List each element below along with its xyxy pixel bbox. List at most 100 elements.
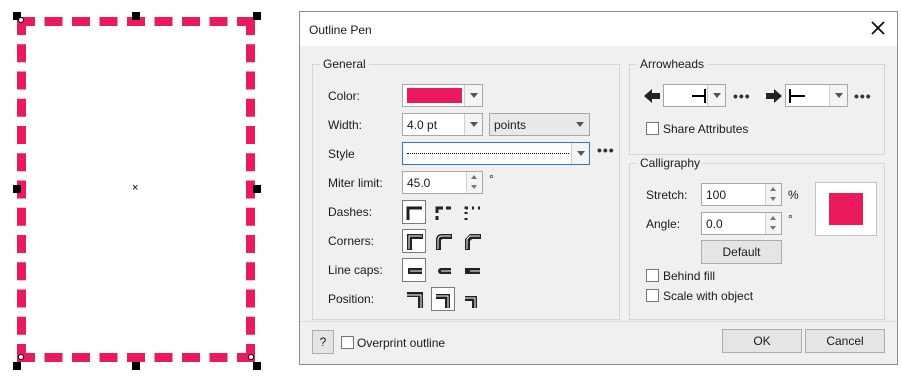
arrow-right-icon — [765, 88, 783, 107]
linecap-butt-button[interactable] — [402, 258, 426, 282]
dotted-line-preview — [407, 153, 569, 154]
help-button[interactable]: ? — [312, 330, 334, 354]
corner-bevel-icon — [465, 234, 481, 250]
node-marker-bottom-left[interactable] — [18, 354, 24, 360]
resize-handle-bottom[interactable] — [132, 362, 140, 370]
node-marker-top-left[interactable] — [18, 17, 24, 23]
color-picker[interactable] — [402, 84, 483, 107]
share-attributes-label[interactable]: Share Attributes — [663, 122, 748, 136]
resize-handle-top[interactable] — [132, 12, 140, 20]
stretch-input[interactable]: 100 — [701, 183, 782, 206]
resize-handle-right[interactable] — [253, 185, 261, 193]
behind-fill-checkbox[interactable] — [646, 269, 659, 282]
style-label: Style — [328, 147, 355, 161]
angle-input[interactable]: 0.0 — [701, 212, 782, 235]
position-center-icon — [436, 294, 450, 308]
angle-unit: ° — [788, 212, 793, 226]
chevron-down-icon[interactable] — [829, 85, 847, 106]
width-select[interactable]: 4.0 pt — [402, 113, 483, 136]
default-button[interactable]: Default — [701, 240, 782, 264]
corners-round-button[interactable] — [431, 229, 455, 253]
general-legend: General — [323, 57, 366, 71]
end-arrowhead-options-icon[interactable]: ••• — [854, 88, 872, 104]
corner-miter-icon — [407, 234, 423, 250]
angle-stepper-icon[interactable] — [765, 213, 781, 234]
position-outside-button[interactable] — [402, 287, 426, 311]
dashes-solid-button[interactable] — [402, 200, 426, 224]
position-center-button[interactable] — [431, 287, 455, 311]
dash-dashed-icon — [435, 206, 451, 220]
corners-miter-button[interactable] — [402, 229, 426, 253]
stretch-stepper-icon[interactable] — [765, 184, 781, 205]
chevron-down-icon[interactable] — [707, 85, 725, 106]
corners-bevel-button[interactable] — [460, 229, 484, 253]
center-marker: × — [132, 182, 139, 194]
dashes-dotted-button[interactable] — [460, 200, 484, 224]
resize-handle-bottom-right[interactable] — [253, 362, 261, 370]
width-label: Width: — [328, 118, 363, 132]
position-inside-button[interactable] — [460, 287, 484, 311]
resize-handle-left[interactable] — [13, 185, 21, 193]
miter-limit-value: 45.0 — [407, 176, 431, 190]
stretch-unit: % — [788, 188, 799, 202]
width-unit-select[interactable]: points — [489, 113, 590, 136]
position-inside-icon — [465, 296, 477, 308]
node-marker-bottom-right[interactable] — [248, 354, 254, 360]
chevron-down-icon[interactable] — [571, 143, 589, 164]
close-icon[interactable] — [867, 17, 889, 39]
outline-pen-dialog: Outline Pen General Color: Width: 4.0 pt… — [299, 11, 898, 365]
scale-with-object-label[interactable]: Scale with object — [663, 289, 753, 303]
chevron-down-icon[interactable] — [464, 85, 482, 106]
stretch-label: Stretch: — [646, 188, 688, 202]
linecap-butt-icon — [408, 268, 422, 274]
drawing-canvas[interactable]: × — [0, 0, 290, 390]
overprint-outline-label[interactable]: Overprint outline — [357, 336, 445, 350]
style-select[interactable] — [402, 142, 590, 165]
chevron-down-icon[interactable] — [464, 114, 482, 135]
linecap-round-button[interactable] — [431, 258, 455, 282]
calligraphy-preview-swatch — [829, 193, 863, 225]
resize-handle-bottom-left[interactable] — [13, 362, 21, 370]
width-unit-value: points — [494, 118, 527, 132]
end-arrowhead-select[interactable] — [785, 84, 848, 107]
more-styles-icon[interactable]: ••• — [597, 142, 615, 158]
color-swatch — [407, 88, 462, 103]
arrow-left-icon — [643, 88, 661, 107]
miter-unit: ° — [489, 172, 494, 186]
start-arrowhead-options-icon[interactable]: ••• — [733, 88, 751, 104]
color-label: Color: — [328, 89, 361, 103]
behind-fill-label[interactable]: Behind fill — [663, 269, 715, 283]
overprint-outline-checkbox[interactable] — [341, 336, 354, 349]
end-arrow-line-preview — [791, 95, 805, 97]
title-bar: Outline Pen — [300, 12, 897, 46]
calligraphy-preview — [815, 182, 877, 236]
angle-label: Angle: — [646, 217, 681, 231]
dialog-title: Outline Pen — [309, 23, 372, 37]
miter-stepper-icon[interactable] — [466, 172, 482, 193]
dashes-dashed-button[interactable] — [431, 200, 455, 224]
footer-separator — [300, 321, 897, 322]
start-arrow-cap — [704, 89, 706, 103]
arrowheads-legend: Arrowheads — [640, 57, 705, 71]
start-arrowhead-select[interactable] — [663, 84, 726, 107]
linecap-round-icon — [438, 268, 451, 274]
share-attributes-checkbox[interactable] — [646, 122, 659, 135]
dash-dotted-icon — [464, 206, 480, 220]
stretch-value: 100 — [706, 188, 727, 202]
miter-limit-input[interactable]: 45.0 — [402, 171, 483, 194]
corners-label: Corners: — [328, 234, 375, 248]
scale-with-object-checkbox[interactable] — [646, 289, 659, 302]
chevron-down-icon[interactable] — [571, 114, 589, 135]
width-value: 4.0 pt — [407, 118, 438, 132]
resize-handle-top-right[interactable] — [253, 12, 261, 20]
calligraphy-legend: Calligraphy — [640, 156, 701, 170]
dashes-label: Dashes: — [328, 205, 373, 219]
corner-round-icon — [436, 234, 452, 250]
position-label: Position: — [328, 292, 375, 306]
cancel-button[interactable]: Cancel — [805, 329, 885, 353]
linecap-square-button[interactable] — [460, 258, 484, 282]
ok-button[interactable]: OK — [722, 329, 802, 353]
dash-solid-icon — [406, 206, 422, 220]
position-outside-icon — [407, 292, 423, 308]
linecap-square-icon — [465, 268, 480, 274]
